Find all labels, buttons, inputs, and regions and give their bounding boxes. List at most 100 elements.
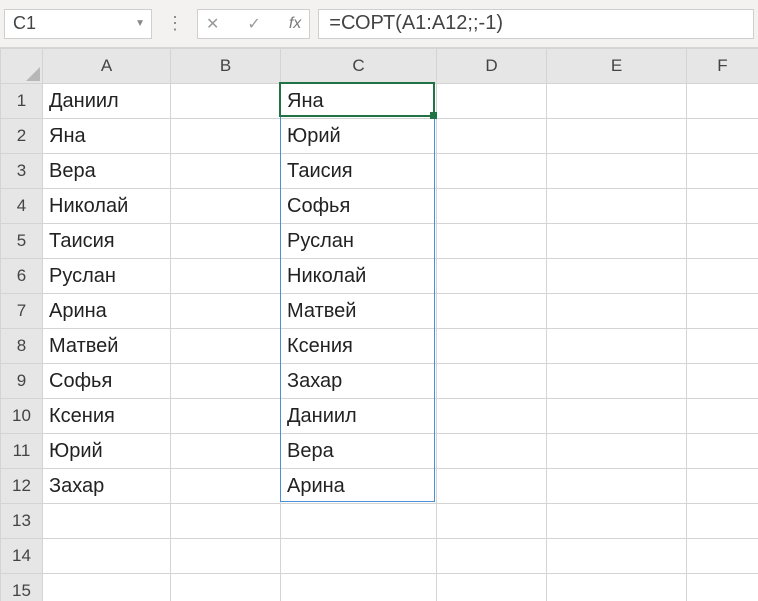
cell-C3[interactable]: Таисия — [281, 154, 437, 189]
cell-E13[interactable] — [547, 504, 687, 539]
cell-D1[interactable] — [437, 84, 547, 119]
cell-C9[interactable]: Захар — [281, 364, 437, 399]
cell-B10[interactable] — [171, 399, 281, 434]
row-header-10[interactable]: 10 — [1, 399, 43, 434]
cell-E11[interactable] — [547, 434, 687, 469]
row-header-11[interactable]: 11 — [1, 434, 43, 469]
row-header-3[interactable]: 3 — [1, 154, 43, 189]
cell-B8[interactable] — [171, 329, 281, 364]
cell-D6[interactable] — [437, 259, 547, 294]
row-header-4[interactable]: 4 — [1, 189, 43, 224]
cell-F3[interactable] — [687, 154, 758, 189]
cell-C11[interactable]: Вера — [281, 434, 437, 469]
row-header-2[interactable]: 2 — [1, 119, 43, 154]
cell-C15[interactable] — [281, 574, 437, 601]
col-header-B[interactable]: B — [171, 49, 281, 84]
cell-A5[interactable]: Таисия — [43, 224, 171, 259]
row-header-6[interactable]: 6 — [1, 259, 43, 294]
cell-C1[interactable]: Яна — [281, 84, 437, 119]
cell-C12[interactable]: Арина — [281, 469, 437, 504]
cell-A13[interactable] — [43, 504, 171, 539]
cell-B3[interactable] — [171, 154, 281, 189]
col-header-A[interactable]: A — [43, 49, 171, 84]
cell-B15[interactable] — [171, 574, 281, 601]
cell-F8[interactable] — [687, 329, 758, 364]
cell-D5[interactable] — [437, 224, 547, 259]
row-header-12[interactable]: 12 — [1, 469, 43, 504]
cell-D2[interactable] — [437, 119, 547, 154]
cell-E14[interactable] — [547, 539, 687, 574]
row-header-9[interactable]: 9 — [1, 364, 43, 399]
row-header-5[interactable]: 5 — [1, 224, 43, 259]
cell-E4[interactable] — [547, 189, 687, 224]
cell-C13[interactable] — [281, 504, 437, 539]
row-header-13[interactable]: 13 — [1, 504, 43, 539]
row-header-15[interactable]: 15 — [1, 574, 43, 601]
cell-D4[interactable] — [437, 189, 547, 224]
cell-E9[interactable] — [547, 364, 687, 399]
cell-F14[interactable] — [687, 539, 758, 574]
cell-C5[interactable]: Руслан — [281, 224, 437, 259]
select-all-corner[interactable] — [1, 49, 43, 84]
cell-C2[interactable]: Юрий — [281, 119, 437, 154]
cell-B5[interactable] — [171, 224, 281, 259]
col-header-F[interactable]: F — [687, 49, 758, 84]
row-header-1[interactable]: 1 — [1, 84, 43, 119]
cell-A6[interactable]: Руслан — [43, 259, 171, 294]
cell-B9[interactable] — [171, 364, 281, 399]
cell-D15[interactable] — [437, 574, 547, 601]
cell-D7[interactable] — [437, 294, 547, 329]
cell-A3[interactable]: Вера — [43, 154, 171, 189]
cell-A2[interactable]: Яна — [43, 119, 171, 154]
cell-E3[interactable] — [547, 154, 687, 189]
cell-A15[interactable] — [43, 574, 171, 601]
cell-A11[interactable]: Юрий — [43, 434, 171, 469]
expand-formula-bar-icon[interactable]: ⋮ — [160, 13, 189, 34]
cell-A1[interactable]: Даниил — [43, 84, 171, 119]
cell-C6[interactable]: Николай — [281, 259, 437, 294]
cell-C4[interactable]: Софья — [281, 189, 437, 224]
cell-D10[interactable] — [437, 399, 547, 434]
col-header-C[interactable]: C — [281, 49, 437, 84]
cell-D8[interactable] — [437, 329, 547, 364]
row-header-8[interactable]: 8 — [1, 329, 43, 364]
cell-F13[interactable] — [687, 504, 758, 539]
cell-C14[interactable] — [281, 539, 437, 574]
cell-C8[interactable]: Ксения — [281, 329, 437, 364]
fx-icon[interactable]: fx — [289, 15, 301, 33]
cell-F7[interactable] — [687, 294, 758, 329]
cell-E12[interactable] — [547, 469, 687, 504]
name-box[interactable]: C1 ▼ — [4, 9, 152, 39]
cell-F9[interactable] — [687, 364, 758, 399]
cell-F15[interactable] — [687, 574, 758, 601]
cell-D3[interactable] — [437, 154, 547, 189]
cell-E2[interactable] — [547, 119, 687, 154]
cell-E10[interactable] — [547, 399, 687, 434]
col-header-E[interactable]: E — [547, 49, 687, 84]
cell-E5[interactable] — [547, 224, 687, 259]
cell-D13[interactable] — [437, 504, 547, 539]
cell-B2[interactable] — [171, 119, 281, 154]
cell-B11[interactable] — [171, 434, 281, 469]
cell-D12[interactable] — [437, 469, 547, 504]
cell-F2[interactable] — [687, 119, 758, 154]
cell-B13[interactable] — [171, 504, 281, 539]
cell-A4[interactable]: Николай — [43, 189, 171, 224]
cell-C10[interactable]: Даниил — [281, 399, 437, 434]
cell-E6[interactable] — [547, 259, 687, 294]
formula-input[interactable]: =СОРТ(A1:A12;;-1) — [318, 9, 754, 39]
cell-B14[interactable] — [171, 539, 281, 574]
col-header-D[interactable]: D — [437, 49, 547, 84]
confirm-icon[interactable]: ✓ — [247, 14, 260, 34]
cell-A12[interactable]: Захар — [43, 469, 171, 504]
cell-D9[interactable] — [437, 364, 547, 399]
cell-B4[interactable] — [171, 189, 281, 224]
cell-C7[interactable]: Матвей — [281, 294, 437, 329]
name-box-dropdown-icon[interactable]: ▼ — [135, 18, 145, 29]
cell-F4[interactable] — [687, 189, 758, 224]
cell-F1[interactable] — [687, 84, 758, 119]
cell-B12[interactable] — [171, 469, 281, 504]
cell-B1[interactable] — [171, 84, 281, 119]
cell-E15[interactable] — [547, 574, 687, 601]
cell-B6[interactable] — [171, 259, 281, 294]
